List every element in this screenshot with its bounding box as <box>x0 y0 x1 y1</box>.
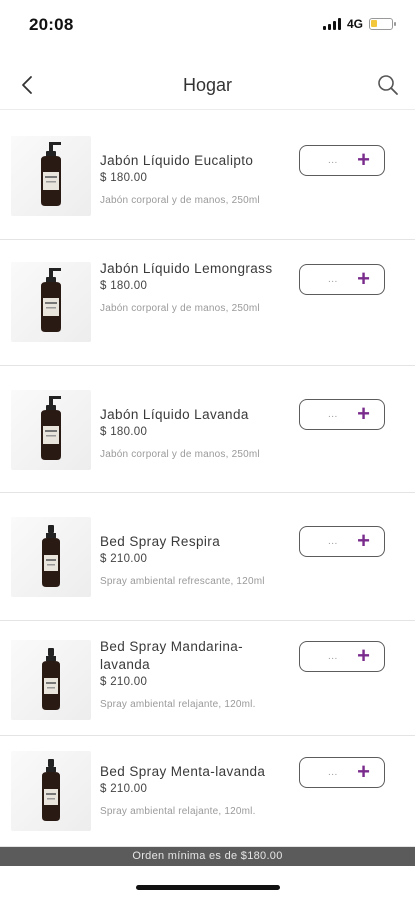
quantity-value: ... <box>328 651 338 662</box>
status-time: 20:08 <box>29 15 74 34</box>
product-info: Jabón Líquido Eucalipto $ 180.00 Jabón c… <box>100 152 290 207</box>
product-name: Jabón Líquido Lavanda <box>100 407 249 422</box>
soap-bottle-icon <box>41 142 61 206</box>
product-description: Jabón corporal y de manos, 250ml <box>100 449 260 460</box>
home-indicator[interactable] <box>136 885 280 890</box>
product-description: Jabón corporal y de manos, 250ml <box>100 303 260 314</box>
spray-bottle-icon <box>42 648 60 710</box>
product-image <box>11 517 91 597</box>
product-name: Bed Spray Mandarina-lavanda <box>100 639 244 672</box>
add-to-cart-stepper[interactable]: ... + <box>299 526 385 557</box>
product-image <box>11 640 91 720</box>
nav-header: Hogar <box>0 62 415 110</box>
status-bar: 20:08 4G <box>0 0 415 50</box>
quantity-value: ... <box>328 767 338 778</box>
product-info: Jabón Líquido Lemongrass $ 180.00 Jabón … <box>100 260 290 315</box>
product-price: $ 210.00 <box>100 553 148 565</box>
product-image <box>11 390 91 470</box>
plus-icon[interactable]: + <box>357 403 370 425</box>
add-to-cart-stepper[interactable]: ... + <box>299 399 385 430</box>
add-to-cart-stepper[interactable]: ... + <box>299 145 385 176</box>
quantity-value: ... <box>328 155 338 166</box>
product-description: Spray ambiental refrescante, 120ml <box>100 576 265 587</box>
product-name: Jabón Líquido Eucalipto <box>100 153 254 168</box>
quantity-value: ... <box>328 274 338 285</box>
product-row[interactable]: Bed Spray Respira $ 210.00 Spray ambient… <box>0 493 415 621</box>
plus-icon[interactable]: + <box>357 530 370 552</box>
status-indicators: 4G <box>322 17 396 31</box>
plus-icon[interactable]: + <box>357 149 370 171</box>
product-info: Bed Spray Menta-lavanda $ 210.00 Spray a… <box>100 763 290 818</box>
product-row[interactable]: Jabón Líquido Lavanda $ 180.00 Jabón cor… <box>0 366 415 493</box>
network-label: 4G <box>346 17 363 31</box>
product-name: Jabón Líquido Lemongrass <box>100 261 273 276</box>
plus-icon[interactable]: + <box>357 268 370 290</box>
product-price: $ 180.00 <box>100 426 148 438</box>
add-to-cart-stepper[interactable]: ... + <box>299 264 385 295</box>
product-info: Jabón Líquido Lavanda $ 180.00 Jabón cor… <box>100 406 290 461</box>
soap-bottle-icon <box>41 268 61 332</box>
battery-icon <box>369 18 396 30</box>
search-button[interactable] <box>375 72 401 98</box>
product-name: Bed Spray Respira <box>100 534 221 549</box>
quantity-value: ... <box>328 536 338 547</box>
plus-icon[interactable]: + <box>357 761 370 783</box>
product-info: Bed Spray Mandarina-lavanda $ 210.00 Spr… <box>100 638 290 711</box>
product-price: $ 180.00 <box>100 172 148 184</box>
quantity-value: ... <box>328 409 338 420</box>
product-row[interactable]: Bed Spray Menta-lavanda $ 210.00 Spray a… <box>0 736 415 847</box>
product-row[interactable]: Jabón Líquido Lemongrass $ 180.00 Jabón … <box>0 240 415 366</box>
signal-icon <box>322 18 341 30</box>
product-info: Bed Spray Respira $ 210.00 Spray ambient… <box>100 533 290 588</box>
product-description: Jabón corporal y de manos, 250ml <box>100 195 260 206</box>
plus-icon[interactable]: + <box>357 645 370 667</box>
spray-bottle-icon <box>42 759 60 821</box>
product-price: $ 210.00 <box>100 676 148 688</box>
product-description: Spray ambiental relajante, 120ml. <box>100 699 256 710</box>
spray-bottle-icon <box>42 525 60 587</box>
page-title: Hogar <box>182 75 233 95</box>
product-name: Bed Spray Menta-lavanda <box>100 764 266 779</box>
product-image <box>11 136 91 216</box>
product-list: Jabón Líquido Eucalipto $ 180.00 Jabón c… <box>0 112 415 847</box>
product-row[interactable]: Jabón Líquido Eucalipto $ 180.00 Jabón c… <box>0 112 415 240</box>
add-to-cart-stepper[interactable]: ... + <box>299 641 385 672</box>
product-price: $ 180.00 <box>100 280 148 292</box>
soap-bottle-icon <box>41 396 61 460</box>
search-icon <box>378 75 398 95</box>
product-image <box>11 262 91 342</box>
product-image <box>11 751 91 831</box>
product-description: Spray ambiental relajante, 120ml. <box>100 806 256 817</box>
min-order-banner: Orden mínima es de $180.00 <box>0 847 415 866</box>
product-row[interactable]: Bed Spray Mandarina-lavanda $ 210.00 Spr… <box>0 621 415 736</box>
product-price: $ 210.00 <box>100 783 148 795</box>
add-to-cart-stepper[interactable]: ... + <box>299 757 385 788</box>
